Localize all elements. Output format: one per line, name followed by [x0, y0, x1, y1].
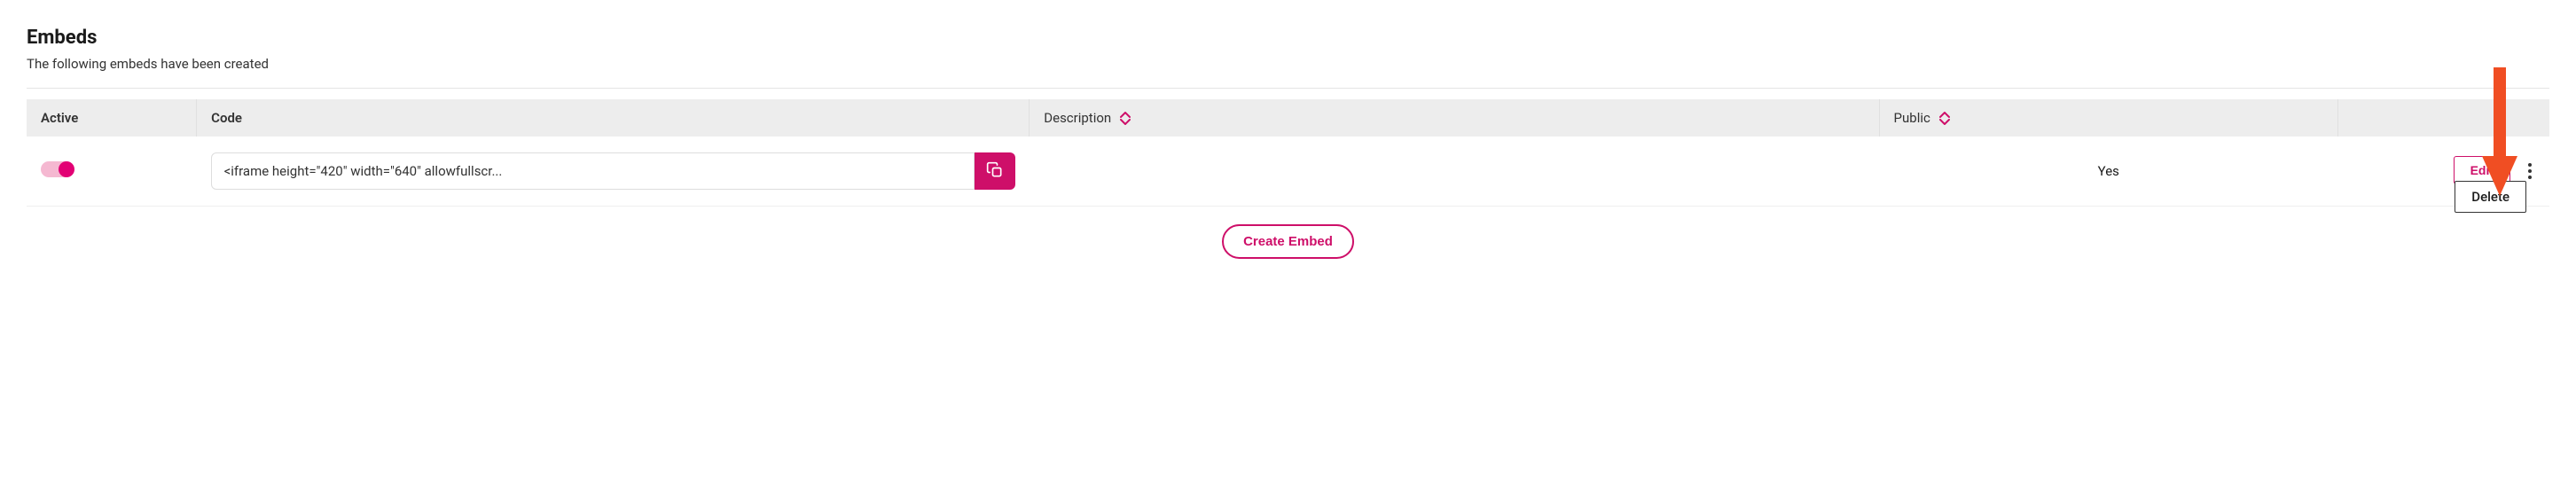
- page-title: Embeds: [27, 27, 2549, 49]
- cell-public: Yes: [1879, 137, 2337, 207]
- kebab-icon: [2528, 163, 2532, 179]
- copy-button[interactable]: [975, 152, 1015, 190]
- column-header-active: Active: [27, 99, 197, 137]
- column-header-public[interactable]: Public: [1879, 99, 2337, 137]
- sort-icon[interactable]: [1939, 111, 1950, 126]
- copy-icon: [986, 161, 1004, 182]
- cell-active: [27, 137, 197, 207]
- create-row: Create Embed: [27, 207, 2549, 277]
- column-label: Public: [1894, 110, 1930, 126]
- sort-icon[interactable]: [1120, 111, 1131, 126]
- cell-code: <iframe height="420" width="640" allowfu…: [197, 137, 1030, 207]
- create-embed-button[interactable]: Create Embed: [1222, 224, 1354, 259]
- toggle-knob: [59, 161, 74, 177]
- page-header: Embeds The following embeds have been cr…: [27, 27, 2549, 72]
- dropdown-item-delete[interactable]: Delete: [2455, 181, 2526, 213]
- page-subtitle: The following embeds have been created: [27, 56, 2549, 72]
- column-header-actions: [2338, 99, 2549, 137]
- cell-actions: Edit Delete: [2338, 137, 2549, 207]
- column-header-code: Code: [197, 99, 1030, 137]
- table-header-row: Active Code Description: [27, 99, 2549, 137]
- column-label: Code: [211, 110, 242, 126]
- embeds-table: Active Code Description: [27, 99, 2549, 207]
- table-row: <iframe height="420" width="640" allowfu…: [27, 137, 2549, 207]
- cell-description: [1030, 137, 1879, 207]
- active-toggle[interactable]: [41, 161, 73, 177]
- embeds-table-wrapper: Active Code Description: [27, 88, 2549, 277]
- column-label: Description: [1044, 110, 1111, 126]
- column-header-description[interactable]: Description: [1030, 99, 1879, 137]
- column-label: Active: [41, 110, 78, 126]
- embed-code-field[interactable]: <iframe height="420" width="640" allowfu…: [211, 152, 975, 190]
